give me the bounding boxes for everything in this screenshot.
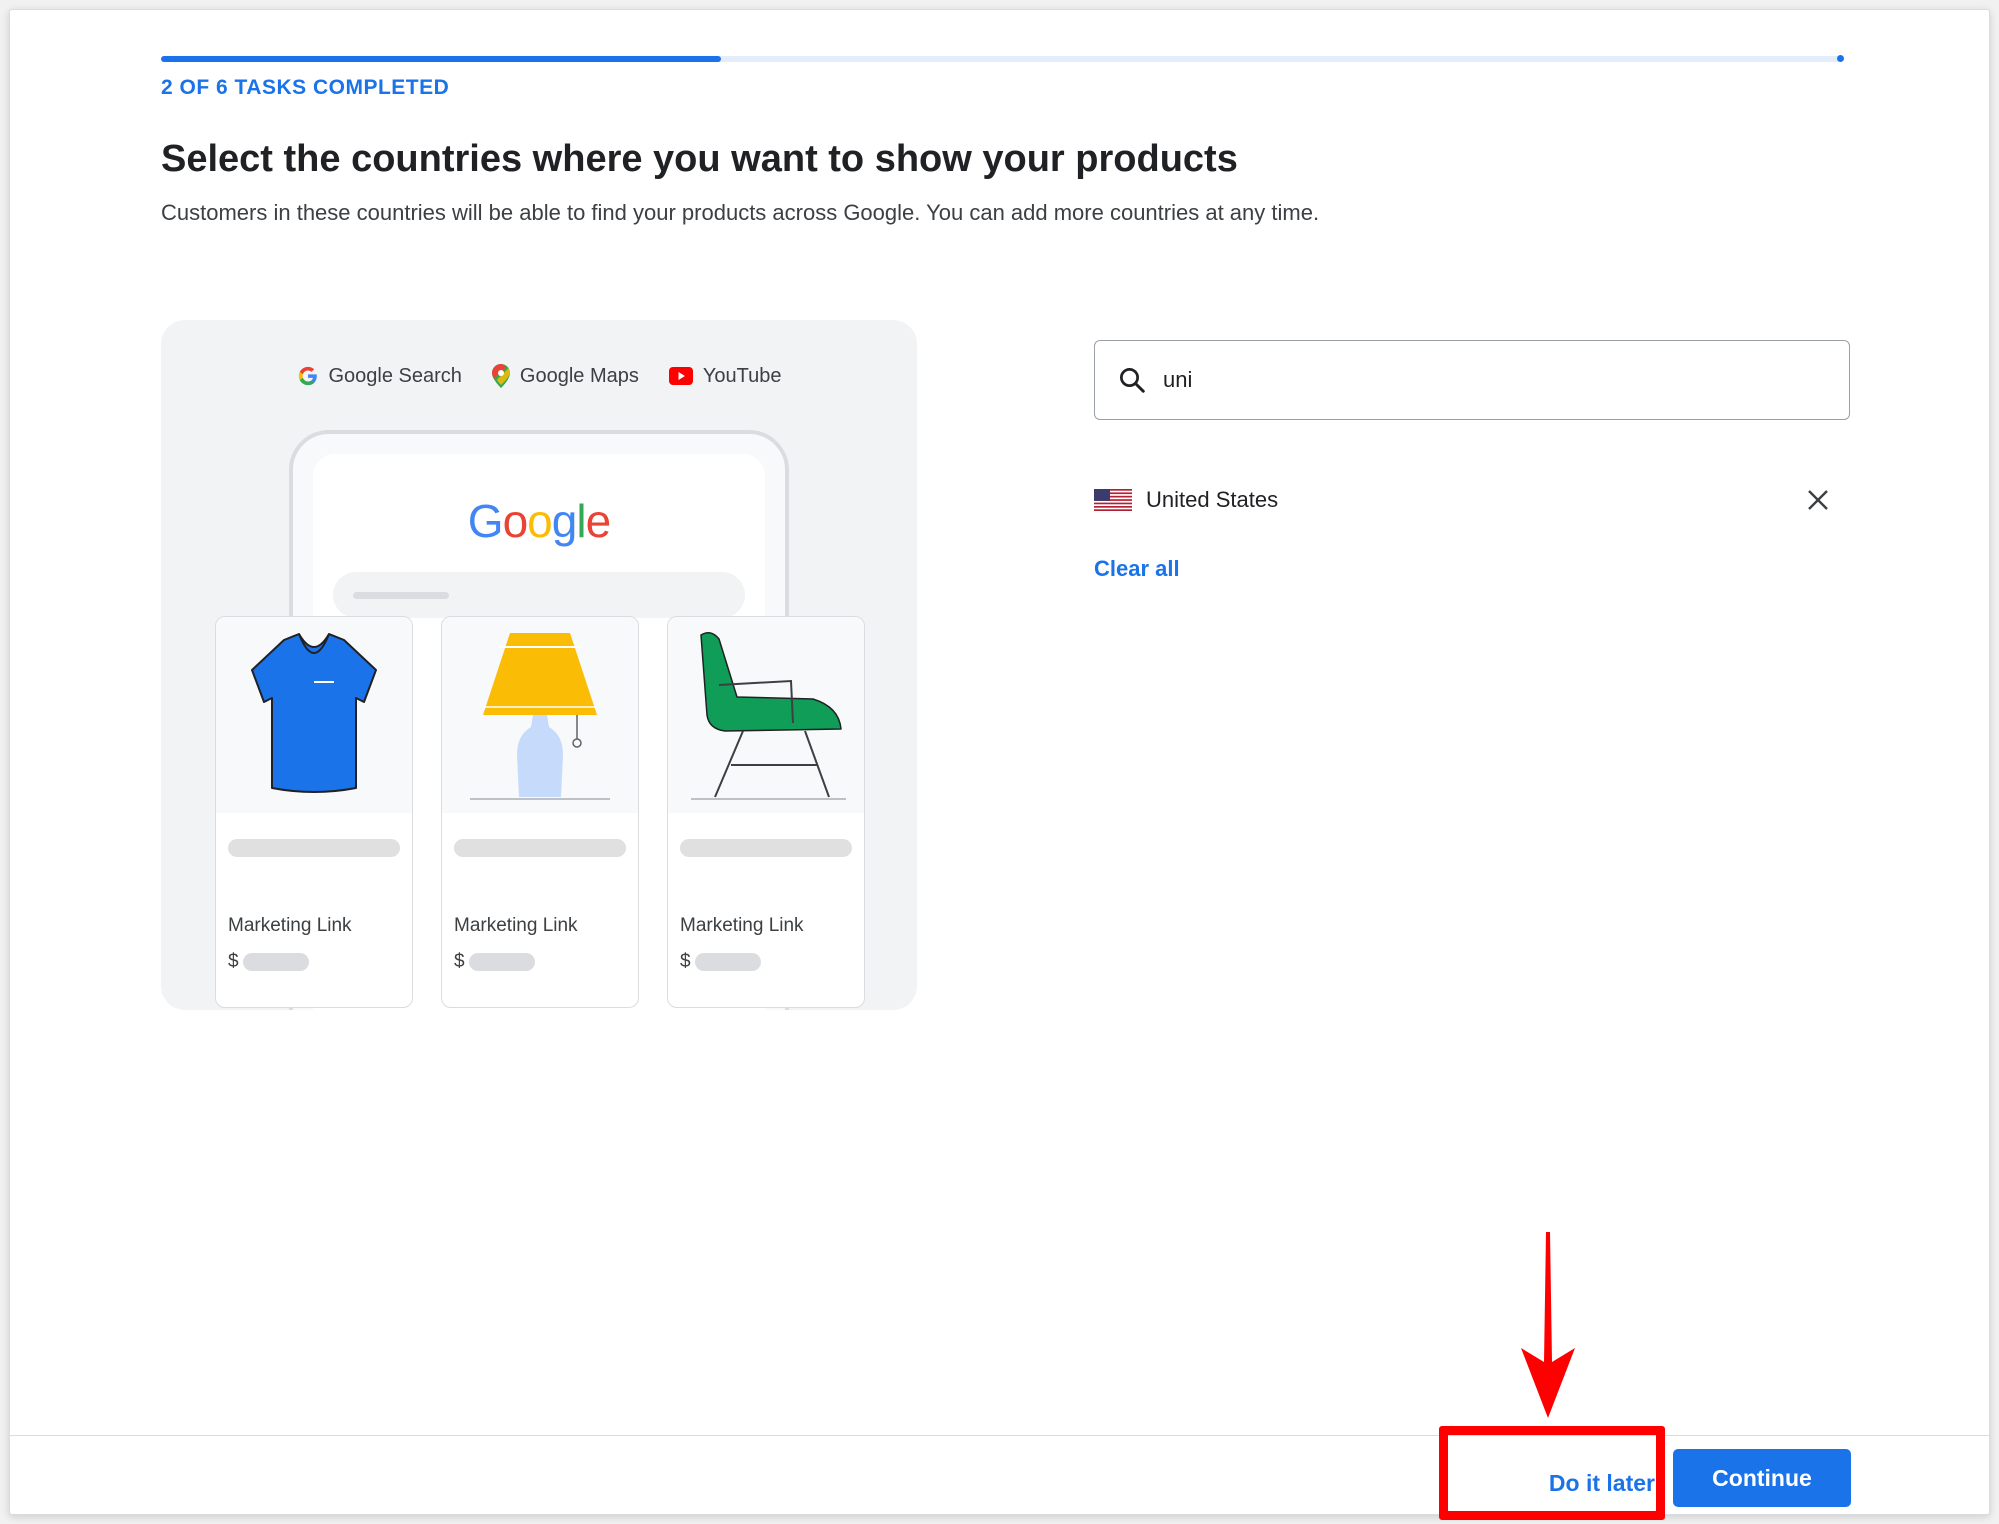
surface-youtube: YouTube (668, 364, 782, 388)
chair-icon (691, 632, 846, 800)
country-search-input[interactable]: uni (1163, 367, 1192, 393)
lamp-icon (470, 633, 610, 800)
progress-end-dot (1837, 55, 1844, 62)
country-name: United States (1146, 487, 1279, 512)
product-card: Marketing Link $ (667, 616, 865, 1008)
page-title: Select the countries where you want to s… (161, 138, 1238, 180)
product-card: Marketing Link $ (441, 616, 639, 1008)
tshirt-icon (251, 633, 377, 793)
surface-google-search: Google Search (297, 364, 462, 388)
surfaces-list: Google Search Google Maps YouTube (161, 364, 917, 388)
continue-button[interactable]: Continue (1673, 1449, 1851, 1507)
surface-label: YouTube (702, 364, 782, 387)
surface-google-maps: Google Maps (491, 364, 639, 388)
do-it-later-button[interactable]: Do it later (1515, 1460, 1655, 1506)
progress-bar (161, 55, 1844, 62)
search-icon (1120, 368, 1145, 393)
product-price: $ (228, 951, 309, 973)
clear-all-link[interactable]: Clear all (1094, 556, 1180, 582)
selected-country-row: United States (1094, 480, 1834, 520)
remove-country-button[interactable] (1802, 484, 1834, 516)
progress-fill (161, 56, 721, 62)
surfaces-illustration: Google Search Google Maps YouTube Google… (161, 320, 917, 1010)
product-name: Marketing Link (454, 915, 578, 936)
mock-search-bar (333, 572, 745, 618)
annotation-arrow-icon (1521, 1232, 1575, 1418)
surface-label: Google Maps (519, 364, 639, 387)
product-card: Marketing Link $ (215, 616, 413, 1008)
maps-pin-icon (491, 364, 510, 388)
google-logo: Google (467, 495, 611, 547)
product-name: Marketing Link (680, 915, 804, 936)
close-icon (1808, 490, 1828, 510)
setup-dialog: 2 OF 6 TASKS COMPLETED Select the countr… (9, 9, 1990, 1520)
surface-label: Google Search (328, 364, 462, 387)
product-price: $ (680, 951, 761, 973)
country-search-field[interactable]: uni (1094, 340, 1850, 420)
product-cards: Marketing Link $ Marketing Link $ Market… (215, 616, 865, 1008)
google-g-icon (298, 366, 317, 386)
youtube-icon (668, 367, 693, 385)
progress-label: 2 OF 6 TASKS COMPLETED (161, 76, 450, 99)
footer-divider (10, 1435, 1989, 1436)
product-price: $ (454, 951, 535, 973)
page-subtitle: Customers in these countries will be abl… (161, 200, 1320, 225)
us-flag-icon (1094, 489, 1132, 511)
product-name: Marketing Link (228, 915, 352, 936)
